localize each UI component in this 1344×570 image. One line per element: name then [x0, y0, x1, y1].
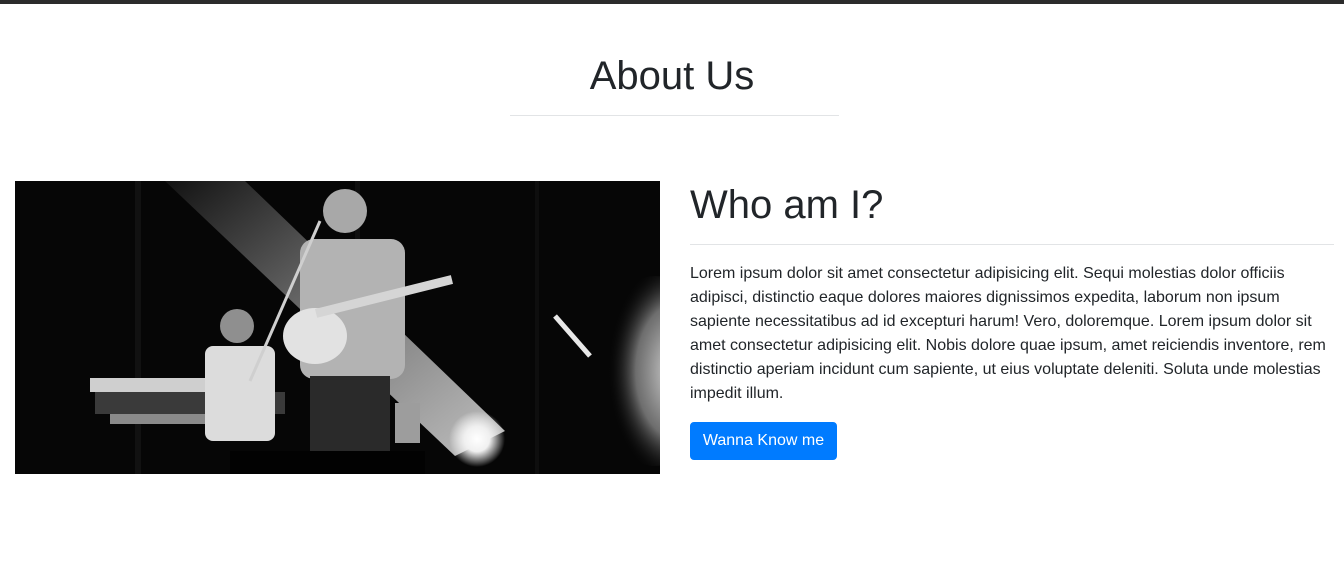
page-title: About Us	[589, 54, 755, 98]
title-divider	[510, 115, 839, 116]
top-bar	[0, 0, 1344, 4]
wanna-know-me-button[interactable]: Wanna Know me	[690, 422, 837, 460]
about-heading: Who am I?	[690, 183, 884, 227]
about-paragraph: Lorem ipsum dolor sit amet consectetur a…	[690, 265, 1326, 402]
band-photo	[15, 181, 660, 474]
about-divider	[690, 244, 1334, 245]
